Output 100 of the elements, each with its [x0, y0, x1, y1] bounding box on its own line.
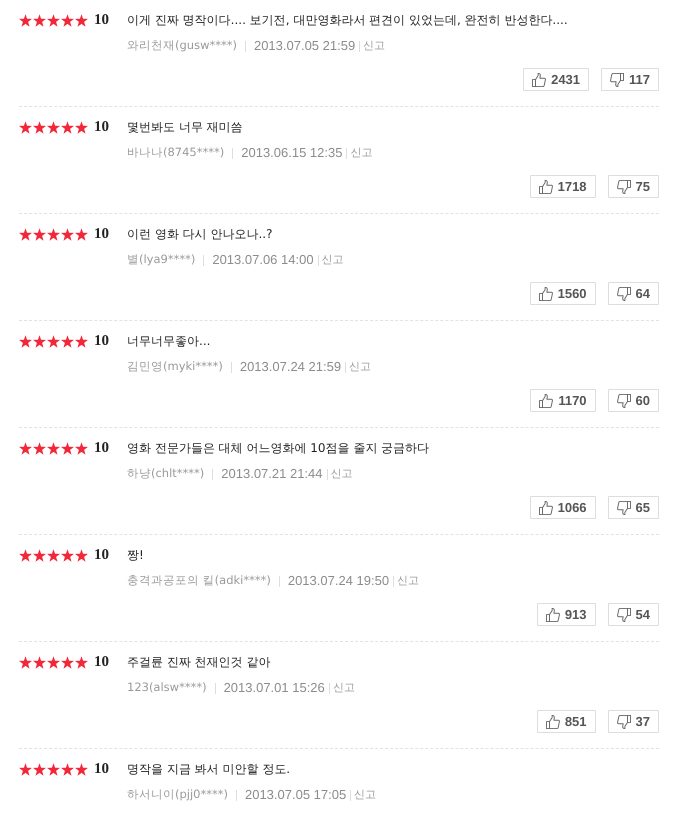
like-button[interactable]: 1560 — [530, 282, 596, 305]
like-button[interactable]: 851 — [536, 710, 596, 733]
star-icon — [47, 14, 60, 26]
star-icon — [33, 548, 46, 562]
star-icon — [47, 120, 60, 134]
like-button[interactable]: 1718 — [530, 175, 596, 198]
review-date: 2013.07.24 21:59 — [240, 358, 342, 376]
thumbs-up-icon — [538, 500, 553, 514]
author-name: 바나나(8745****) — [127, 144, 224, 162]
star-icon — [47, 334, 60, 348]
star-icon — [47, 762, 60, 776]
review-text: 짱! — [127, 547, 144, 563]
author-name: 123(alsw****) — [127, 679, 207, 696]
review-text: 이게 진짜 명작이다.... 보기전, 대만영화라서 편견이 있었는데, 완전히 반성한다.... — [127, 12, 568, 28]
star-icon — [75, 762, 88, 776]
review-date: 2013.06.15 12:35 — [241, 144, 342, 162]
review-date: 2013.07.05 21:59 — [254, 37, 356, 56]
star-icon — [33, 334, 46, 348]
author-name: 하냥(chlt****) — [127, 465, 204, 482]
review-text: 영화 전문가들은 대체 어느영화에 10점을 줄지 궁금하다 — [127, 440, 430, 456]
star-icon — [19, 228, 32, 240]
star-icon — [33, 656, 46, 668]
star-icon — [61, 656, 74, 668]
rating-score: 10 — [94, 226, 110, 242]
review-text: 명작을 지금 봐서 미안할 정도. — [127, 761, 290, 777]
star-icon — [19, 120, 32, 134]
star-icon — [61, 442, 74, 454]
rating-score: 10 — [94, 119, 110, 135]
star-icon — [47, 656, 60, 668]
thumbs-down-icon — [616, 180, 631, 194]
star-icon — [47, 442, 60, 454]
review-date: 2013.07.21 21:44 — [221, 465, 323, 484]
review-text: 주걸륜 진짜 천재인것 같아 — [127, 654, 270, 670]
thumbs-down-icon — [616, 286, 631, 300]
dislike-button[interactable]: 117 — [601, 68, 659, 91]
dislike-button[interactable]: 65 — [608, 496, 659, 519]
review-text: 이런 영화 다시 안나오나..? — [127, 226, 272, 242]
star-icon — [75, 120, 88, 134]
like-button[interactable]: 1170 — [530, 389, 596, 412]
dislike-button[interactable]: 64 — [608, 282, 659, 305]
star-icon — [75, 228, 88, 240]
thumbs-down-icon — [616, 608, 631, 622]
star-icon — [61, 14, 74, 26]
thumbs-up-icon — [546, 714, 560, 728]
dislike-button[interactable]: 54 — [608, 603, 659, 626]
star-icon — [19, 762, 32, 776]
star-icon — [33, 442, 46, 454]
star-icon — [33, 120, 46, 134]
star-icon — [61, 762, 74, 776]
star-icon — [19, 656, 32, 668]
thumbs-up-icon — [539, 394, 554, 408]
star-icon — [75, 14, 88, 26]
review-text: 몇번봐도 너무 재미씀 — [127, 119, 243, 135]
like-button[interactable]: 2431 — [523, 68, 590, 91]
thumbs-down-icon — [616, 500, 631, 514]
thumbs-down-icon — [616, 394, 631, 408]
star-icon — [75, 548, 88, 562]
rating-score: 10 — [94, 547, 110, 563]
author-name: 충격과공포의 킬(adki****) — [127, 572, 271, 590]
star-icon — [75, 442, 88, 454]
rating-score: 10 — [94, 654, 110, 670]
thumbs-up-icon — [532, 72, 546, 86]
review-date: 2013.07.06 14:00 — [212, 251, 314, 270]
star-icon — [33, 14, 46, 26]
thumbs-up-icon — [538, 180, 553, 194]
thumbs-down-icon — [616, 714, 631, 728]
star-icon — [19, 442, 32, 454]
author-name: 별(lya9****) — [127, 251, 196, 268]
dislike-button[interactable]: 37 — [608, 710, 659, 733]
review-date: 2013.07.05 17:05 — [244, 786, 346, 804]
author-name: 와리천재(gusw****) — [127, 37, 237, 54]
star-icon — [47, 548, 60, 562]
rating-score: 10 — [94, 761, 110, 777]
rating-score: 10 — [94, 12, 110, 28]
star-icon — [33, 762, 46, 776]
star-icon — [75, 334, 88, 348]
thumbs-up-icon — [546, 608, 560, 622]
dislike-button[interactable]: 75 — [608, 175, 659, 198]
star-icon — [33, 228, 46, 240]
star-icon — [47, 228, 60, 240]
star-icon — [61, 334, 74, 348]
star-icon — [75, 656, 88, 668]
rating-score: 10 — [94, 333, 110, 349]
like-button[interactable]: 913 — [536, 603, 596, 626]
star-icon — [19, 14, 32, 26]
review-date: 2013.07.01 15:26 — [224, 679, 325, 698]
review-date: 2013.07.24 19:50 — [288, 572, 390, 590]
dislike-button[interactable]: 60 — [608, 389, 659, 412]
star-icon — [19, 334, 32, 348]
review-text: 너무너무좋아... — [127, 333, 210, 349]
star-icon — [61, 120, 74, 134]
author-name: 김민영(myki****) — [127, 358, 223, 376]
star-icon — [19, 548, 32, 562]
thumbs-down-icon — [610, 72, 624, 86]
rating-score: 10 — [94, 440, 110, 456]
star-icon — [61, 228, 74, 240]
author-name: 하서니이(pjj0****) — [127, 786, 228, 804]
star-icon — [61, 548, 74, 562]
thumbs-up-icon — [538, 286, 553, 300]
like-button[interactable]: 1066 — [530, 496, 596, 519]
